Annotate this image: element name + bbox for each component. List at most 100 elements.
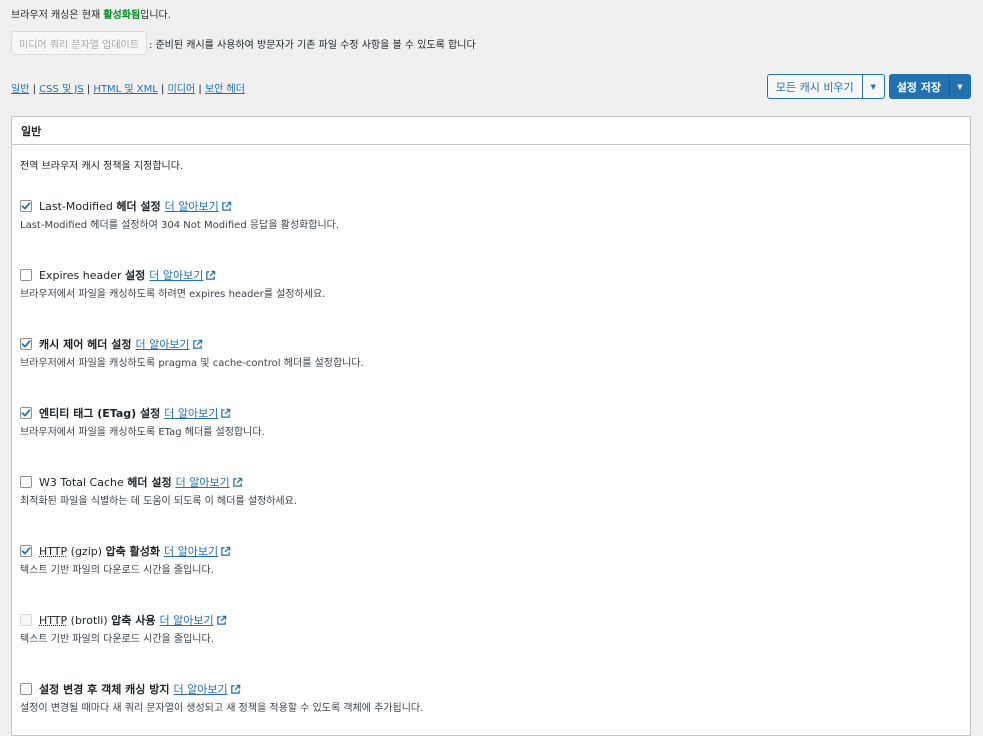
checkmark-icon [21, 409, 31, 417]
learn-more-link[interactable]: 더 알아보기 [149, 267, 216, 283]
setting-option-title: W3 Total Cache 헤더 설정 더 알아보기 [20, 475, 297, 489]
save-settings-dropdown-icon[interactable]: ▼ [949, 74, 971, 99]
setting-option-title: HTTP (brotli) 압축 사용 더 알아보기 [20, 613, 227, 627]
media-query-update-row: 미디어 쿼리 문자열 업데이트 : 준비된 캐시를 사용하여 방문자가 기존 파… [11, 31, 476, 55]
setting-option: Expires header 설정 더 알아보기브라우저에서 파일을 캐싱하도록 … [20, 268, 325, 300]
toolbar: 모든 캐시 비우기 ▼ 설정 저장 ▼ [766, 74, 971, 99]
setting-label[interactable]: Last-Modified 헤더 설정 [39, 198, 161, 214]
nav-link-security-headers[interactable]: 보안 헤더 [205, 84, 245, 95]
setting-description: 최적화된 파일을 식별하는 데 도움이 되도록 이 헤더를 설정하세요. [20, 496, 298, 507]
setting-description: 브라우저에서 파일을 캐싱하도록 ETag 헤더를 설정합니다. [20, 427, 265, 438]
setting-label-bold: 압축 활성화 [105, 545, 160, 558]
nav-separator: | [157, 84, 168, 95]
http-abbr: HTTP [39, 614, 68, 627]
status-suffix: 입니다. [140, 10, 171, 21]
setting-label-bold: 설정 [125, 269, 146, 282]
learn-more-link[interactable]: 더 알아보기 [165, 198, 232, 214]
external-link-icon [232, 477, 242, 487]
browser-cache-status: 브라우저 캐싱은 현재 활성화됨입니다. [11, 6, 171, 21]
general-settings-panel: 일반 전역 브라우저 캐시 정책을 지정합니다. Last-Modified 헤… [11, 116, 971, 736]
setting-description: 텍스트 기반 파일의 다운로드 시간을 줄입니다. [20, 565, 214, 576]
learn-more-text: 더 알아보기 [159, 614, 214, 627]
nav-separator: | [83, 84, 94, 95]
learn-more-link[interactable]: 더 알아보기 [176, 474, 243, 490]
setting-checkbox[interactable] [20, 545, 32, 557]
checkmark-icon [21, 547, 31, 555]
nav-link-general[interactable]: 일반 [11, 84, 29, 95]
learn-more-text: 더 알아보기 [164, 200, 219, 213]
setting-description: 브라우저에서 파일을 캐싱하도록 하려면 expires header를 설정하… [20, 289, 326, 300]
empty-caches-dropdown-icon[interactable]: ▼ [862, 74, 885, 99]
setting-option-title: Expires header 설정 더 알아보기 [20, 268, 325, 282]
setting-option: W3 Total Cache 헤더 설정 더 알아보기최적화된 파일을 식별하는 … [20, 475, 297, 507]
setting-checkbox [20, 614, 32, 626]
setting-description: 텍스트 기반 파일의 다운로드 시간을 줄입니다. [20, 634, 214, 645]
update-description: : 준비된 캐시를 사용하여 방문자가 기존 파일 수정 사항을 볼 수 있도록… [148, 39, 476, 51]
setting-label[interactable]: 설정 변경 후 객체 캐싱 방지 [39, 681, 169, 697]
http-abbr: HTTP [39, 545, 68, 558]
learn-more-text: 더 알아보기 [164, 407, 219, 420]
learn-more-link[interactable]: 더 알아보기 [164, 543, 231, 559]
setting-label[interactable]: W3 Total Cache 헤더 설정 [39, 474, 172, 490]
setting-checkbox[interactable] [20, 269, 32, 281]
setting-label-bold: 헤더 설정 [127, 476, 172, 489]
setting-label[interactable]: HTTP (gzip) 압축 활성화 [39, 543, 160, 559]
status-active-badge: 활성화됨 [103, 10, 141, 21]
setting-checkbox[interactable] [20, 476, 32, 488]
external-link-icon [216, 615, 226, 625]
setting-option-title: Last-Modified 헤더 설정 더 알아보기 [20, 199, 339, 213]
empty-all-caches-button[interactable]: 모든 캐시 비우기 [766, 74, 863, 99]
external-link-icon [221, 546, 231, 556]
external-link-icon [221, 408, 231, 418]
learn-more-link[interactable]: 더 알아보기 [164, 405, 231, 421]
setting-label-bold: 헤더 설정 [116, 200, 161, 213]
setting-description: Last-Modified 헤더를 설정하여 304 Not Modified … [20, 220, 340, 231]
setting-option: HTTP (brotli) 압축 사용 더 알아보기 텍스트 기반 파일의 다운로드… [20, 613, 227, 645]
save-settings-button[interactable]: 설정 저장 [888, 74, 949, 99]
setting-label-bold: 캐시 제어 헤더 설정 [39, 338, 132, 351]
nav-link-css-js[interactable]: CSS 및 JS [39, 84, 84, 95]
setting-checkbox[interactable] [20, 338, 32, 350]
panel-title: 일반 [12, 117, 970, 145]
setting-label-bold: 엔티티 태그 (ETag) 설정 [39, 407, 161, 420]
checkmark-icon [21, 202, 31, 210]
setting-checkbox[interactable] [20, 683, 32, 695]
status-prefix: 브라우저 캐싱은 현재 [11, 10, 104, 21]
nav-separator: | [29, 84, 40, 95]
external-link-icon [230, 684, 240, 694]
setting-label[interactable]: HTTP (brotli) 압축 사용 [39, 612, 155, 628]
setting-option-title: 캐시 제어 헤더 설정 더 알아보기 [20, 337, 364, 351]
setting-label-bold: 설정 변경 후 객체 캐싱 방지 [39, 683, 170, 696]
save-settings-group: 설정 저장 ▼ [888, 74, 971, 99]
learn-more-link[interactable]: 더 알아보기 [135, 336, 202, 352]
setting-description: 설정이 변경될 때마다 새 쿼리 문자열이 생성되고 새 정책을 적용할 수 있… [20, 703, 424, 714]
setting-option-title: 설정 변경 후 객체 캐싱 방지 더 알아보기 [20, 682, 423, 696]
setting-label-text: Expires header [39, 269, 126, 282]
setting-label[interactable]: 캐시 제어 헤더 설정 [39, 336, 131, 352]
setting-label[interactable]: Expires header 설정 [39, 267, 145, 283]
checkmark-icon [21, 340, 31, 348]
nav-link-html-xml[interactable]: HTML 및 XML [93, 84, 157, 95]
setting-option-title: HTTP (gzip) 압축 활성화 더 알아보기 [20, 544, 231, 558]
setting-option-title: 엔티티 태그 (ETag) 설정 더 알아보기 [20, 406, 265, 420]
setting-label-text: W3 Total Cache [39, 476, 128, 489]
setting-label-text: Last-Modified [39, 200, 117, 213]
empty-caches-group: 모든 캐시 비우기 ▼ [766, 74, 885, 99]
setting-label[interactable]: 엔티티 태그 (ETag) 설정 [39, 405, 160, 421]
setting-label-bold: 압축 사용 [111, 614, 156, 627]
setting-option: 엔티티 태그 (ETag) 설정 더 알아보기브라우저에서 파일을 캐싱하도록 E… [20, 406, 265, 438]
nav-link-media[interactable]: 미디어 [168, 84, 196, 95]
update-media-query-button[interactable]: 미디어 쿼리 문자열 업데이트 [11, 31, 147, 55]
setting-checkbox[interactable] [20, 407, 32, 419]
learn-more-text: 더 알아보기 [163, 545, 219, 558]
setting-checkbox[interactable] [20, 200, 32, 212]
setting-label-text: (brotli) [67, 614, 112, 627]
setting-option: HTTP (gzip) 압축 활성화 더 알아보기텍스트 기반 파일의 다운로드 … [20, 544, 231, 576]
setting-label-text: (gzip) [67, 545, 106, 558]
setting-option: 설정 변경 후 객체 캐싱 방지 더 알아보기설정이 변경될 때마다 새 쿼리 문… [20, 682, 423, 714]
setting-description: 브라우저에서 파일을 캐싱하도록 pragma 및 cache-control … [20, 358, 364, 369]
learn-more-text: 더 알아보기 [175, 476, 230, 489]
learn-more-link[interactable]: 더 알아보기 [173, 681, 240, 697]
learn-more-link[interactable]: 더 알아보기 [159, 612, 226, 628]
section-nav: 일반 | CSS 및 JS | HTML 및 XML | 미디어 | 보안 헤더 [11, 80, 245, 95]
